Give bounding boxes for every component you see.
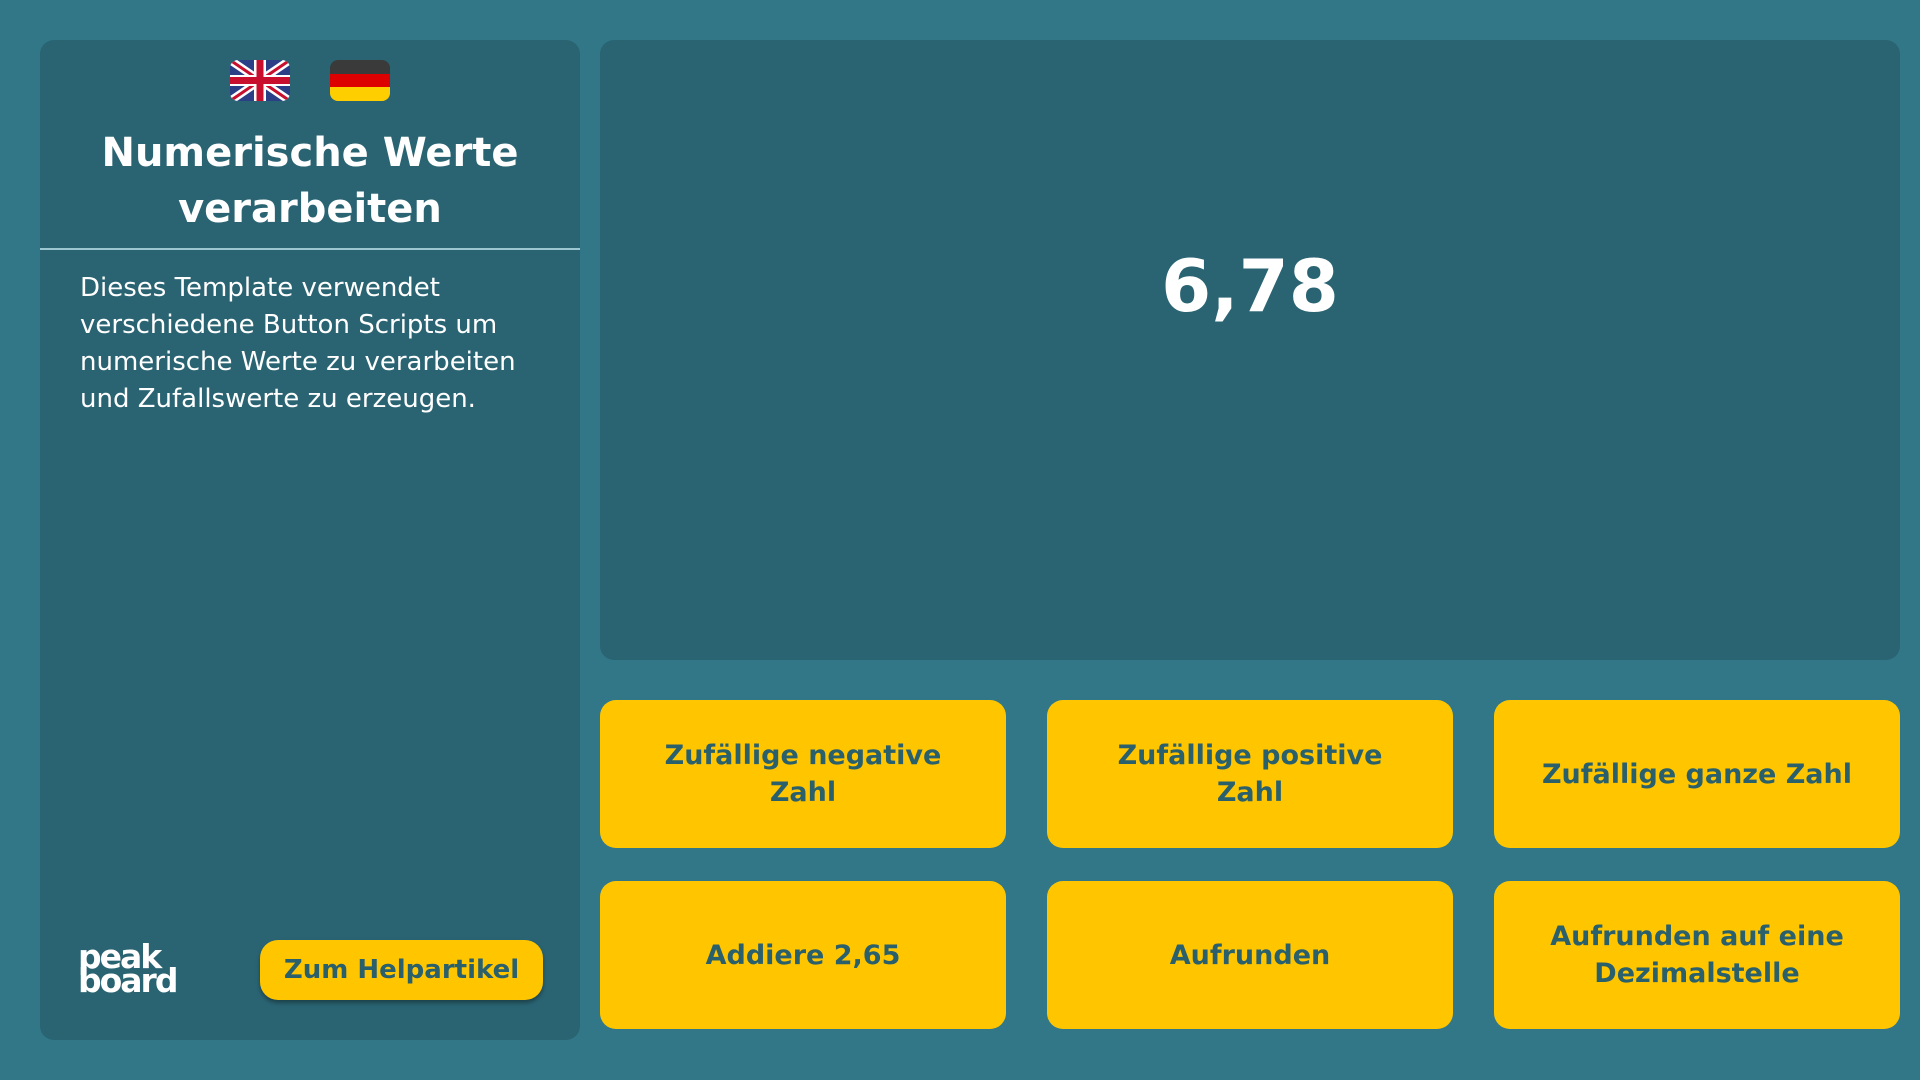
- language-switcher: [40, 60, 580, 102]
- logo-line2: board: [78, 961, 178, 1000]
- uk-flag-icon[interactable]: [230, 60, 290, 101]
- divider: [40, 248, 580, 250]
- round-up-decimal-button[interactable]: Aufrunden auf eine Dezimalstelle: [1494, 881, 1900, 1029]
- page-title-line2: verarbeiten: [178, 186, 442, 232]
- description-text: Dieses Template verwendet verschiedene B…: [80, 273, 516, 414]
- page-title: Numerische Werte verarbeiten: [40, 125, 580, 237]
- random-positive-button[interactable]: Zufällige positive Zahl: [1047, 700, 1453, 848]
- value-display: 6,78: [1161, 244, 1339, 328]
- random-negative-button[interactable]: Zufällige negative Zahl: [600, 700, 1006, 848]
- help-article-button[interactable]: Zum Helpartikel: [260, 940, 543, 1000]
- value-display-panel: 6,78: [600, 40, 1900, 660]
- random-integer-button[interactable]: Zufällige ganze Zahl: [1494, 700, 1900, 848]
- germany-flag-icon[interactable]: [330, 60, 390, 101]
- page-title-line1: Numerische Werte: [101, 130, 519, 176]
- add-button[interactable]: Addiere 2,65: [600, 881, 1006, 1029]
- peakboard-logo: peak board: [78, 940, 188, 1005]
- round-up-button[interactable]: Aufrunden: [1047, 881, 1453, 1029]
- sidebar-panel: Numerische Werte verarbeiten Dieses Temp…: [40, 40, 580, 1040]
